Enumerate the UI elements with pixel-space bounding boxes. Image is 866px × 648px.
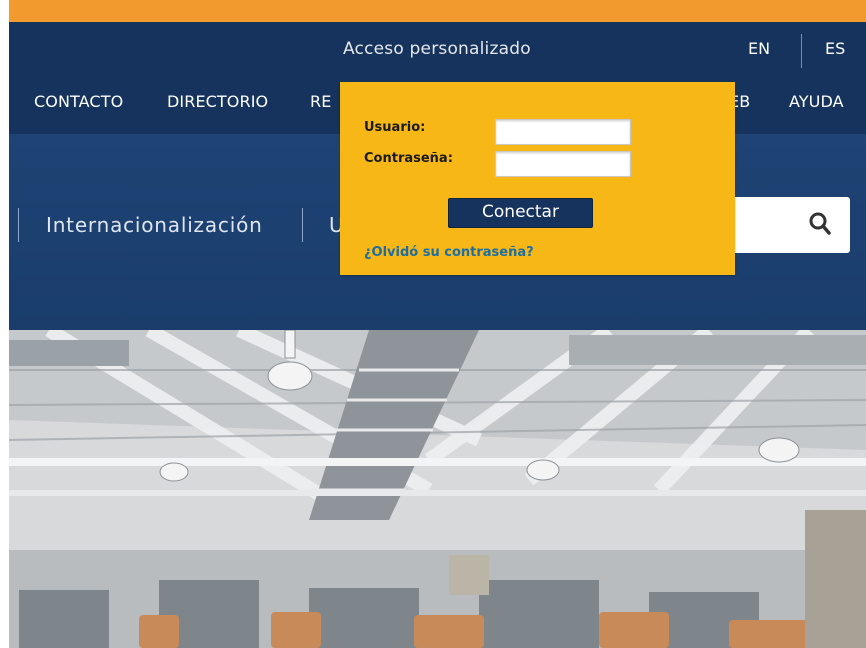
band-divider-left: [18, 208, 19, 242]
language-divider: [801, 34, 802, 68]
personal-access-link[interactable]: Acceso personalizado: [343, 39, 531, 59]
hero-photo: [9, 330, 866, 648]
office-interior-image: [9, 330, 866, 648]
nav-item-ayuda[interactable]: AYUDA: [789, 92, 844, 111]
language-en-link[interactable]: EN: [748, 39, 770, 58]
menu-link-internacionalizacion[interactable]: Internacionalización: [46, 213, 263, 237]
band-divider-middle: [302, 208, 303, 242]
password-label: Contraseña:: [364, 151, 453, 166]
top-accent-strip: [0, 0, 866, 22]
forgot-password-link[interactable]: ¿Olvidó su contraseña?: [364, 245, 534, 260]
search-input[interactable]: [730, 197, 850, 253]
nav-item-contacto[interactable]: CONTACTO: [34, 92, 123, 111]
login-dropdown-panel: Usuario: Contraseña: Conectar ¿Olvidó su…: [340, 82, 735, 275]
password-input[interactable]: [495, 151, 631, 177]
username-input[interactable]: [495, 119, 631, 145]
username-label: Usuario:: [364, 120, 426, 135]
language-es-link[interactable]: ES: [825, 39, 845, 58]
nav-item-partial-re[interactable]: RE: [310, 92, 331, 111]
search-icon[interactable]: [808, 210, 832, 238]
nav-item-directorio[interactable]: DIRECTORIO: [167, 92, 268, 111]
connect-button[interactable]: Conectar: [448, 198, 593, 228]
